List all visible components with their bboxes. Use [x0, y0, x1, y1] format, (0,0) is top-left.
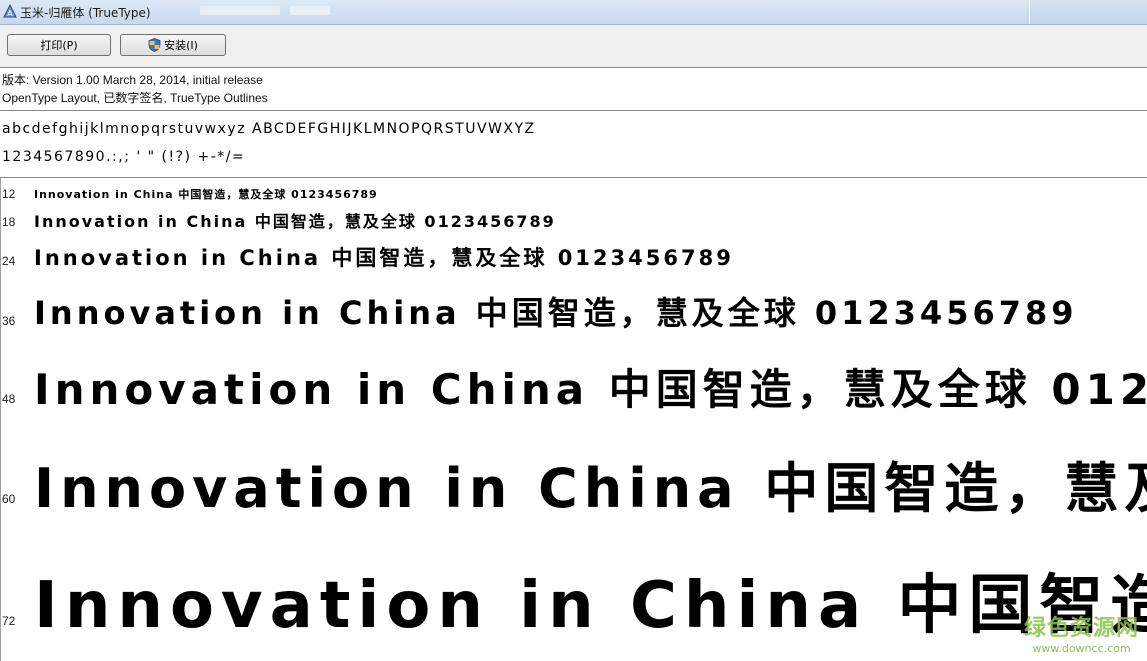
- size-label: 24: [2, 254, 16, 268]
- sample-text: Innovation in China 中国智造，慧及全球 0123456789: [34, 457, 1147, 520]
- title-bar-shade: [200, 6, 280, 15]
- sample-row: 12 Innovation in China 中国智造，慧及全球 0123456…: [0, 184, 1147, 206]
- sample-row: 48 Innovation in China 中国智造，慧及全球 0123456…: [0, 340, 1147, 430]
- sample-row: 36 Innovation in China 中国智造，慧及全球 0123456…: [0, 280, 1147, 340]
- install-button-label: 安装(I): [164, 39, 198, 52]
- sample-text: Innovation in China 中国智造，慧及全球 0123456789: [34, 246, 734, 270]
- sample-text: Innovation in China 中国智造，慧及全球 0123456789: [34, 188, 378, 201]
- title-bar: A 玉米-归雁体 (TrueType): [0, 0, 1147, 25]
- sample-text: Innovation in China 中国智造，慧及全球 0123456789: [34, 569, 1147, 643]
- sample-text: Innovation in China 中国智造，慧及全球 0123456789: [34, 212, 556, 231]
- print-button-label: 打印(P): [40, 39, 78, 52]
- install-button[interactable]: 安装(I): [120, 34, 226, 56]
- size-label: 72: [2, 614, 16, 628]
- version-info: 版本: Version 1.00 March 28, 2014, initial…: [2, 73, 263, 87]
- window-title: 玉米-归雁体 (TrueType): [20, 6, 151, 20]
- sample-row: 60 Innovation in China 中国智造，慧及全球 0123456…: [0, 430, 1147, 540]
- character-set-panel: abcdefghijklmnopqrstuvwxyz ABCDEFGHIJKLM…: [0, 111, 1147, 178]
- size-label: 36: [2, 314, 16, 328]
- toolbar: 打印(P) 安装(I): [0, 25, 1147, 68]
- sample-row: 24 Innovation in China 中国智造，慧及全球 0123456…: [0, 240, 1147, 276]
- size-samples-panel: 12 Innovation in China 中国智造，慧及全球 0123456…: [0, 178, 1147, 661]
- font-info-panel: 版本: Version 1.00 March 28, 2014, initial…: [0, 68, 1147, 111]
- size-label: 60: [2, 492, 16, 506]
- svg-text:A: A: [7, 9, 13, 18]
- watermark-url: www.downcc.com: [1032, 642, 1131, 655]
- print-button[interactable]: 打印(P): [7, 34, 111, 56]
- font-file-icon: A: [3, 4, 17, 18]
- uac-shield-icon: [148, 38, 161, 52]
- sample-text: Innovation in China 中国智造，慧及全球 0123456789: [34, 294, 1078, 332]
- charset-letters: abcdefghijklmnopqrstuvwxyz ABCDEFGHIJKLM…: [2, 121, 536, 137]
- watermark: 绿色资源网 www.downcc.com: [1024, 610, 1139, 655]
- title-bar-right-area: [1027, 0, 1147, 24]
- sample-text: Innovation in China 中国智造，慧及全球 0123456789: [34, 365, 1147, 414]
- sample-row: 18 Innovation in China 中国智造，慧及全球 0123456…: [0, 208, 1147, 238]
- title-bar-shade: [290, 6, 330, 15]
- sample-row: 72 Innovation in China 中国智造，慧及全球 0123456…: [0, 540, 1147, 661]
- layout-info: OpenType Layout, 已数字签名, TrueType Outline…: [2, 91, 268, 105]
- watermark-name: 绿色资源网: [1023, 616, 1139, 641]
- charset-digits-symbols: 1234567890.:,; ' " (!?) +-*/=: [2, 149, 246, 165]
- size-label: 48: [2, 392, 16, 406]
- size-label: 12: [2, 187, 16, 201]
- size-label: 18: [2, 215, 16, 229]
